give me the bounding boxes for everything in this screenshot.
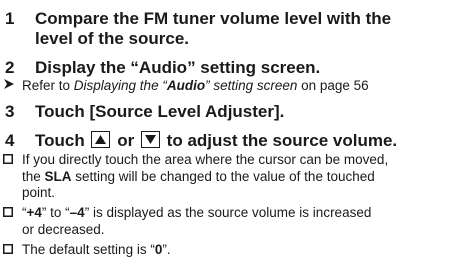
step-number: 1 <box>5 9 15 28</box>
checkbox-icon <box>3 152 15 169</box>
checkbox-icon <box>3 205 15 222</box>
step-number: 2 <box>5 58 15 77</box>
step-title: Compare the FM tuner volume level with t… <box>35 9 392 48</box>
arrow-right-icon <box>3 78 15 95</box>
triangle-down-icon <box>140 131 160 148</box>
step-number: 4 <box>5 131 15 150</box>
step-title: Touch or to adjust the source volume. <box>35 131 398 150</box>
triangle-up-icon <box>91 131 111 148</box>
step-title: Touch [Source Level Adjuster]. <box>35 102 285 121</box>
step-number: 3 <box>5 102 15 121</box>
reference-link[interactable]: Displaying the “Audio” setting screen <box>74 78 298 93</box>
checkbox-icon <box>3 242 15 259</box>
step-title: Display the “Audio” setting screen. <box>35 58 321 77</box>
